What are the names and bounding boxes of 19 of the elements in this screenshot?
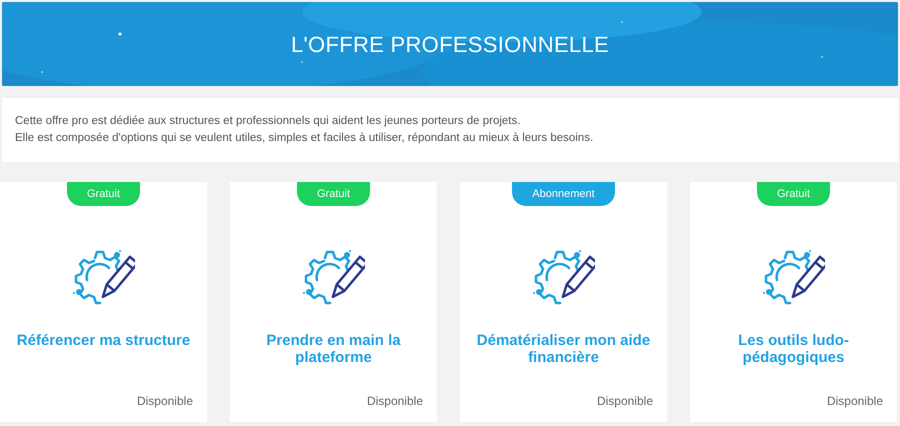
offer-card[interactable]: Abonnement Dématérialiser mon aide financière Disponible <box>460 182 667 422</box>
offer-card[interactable]: Gratuit Les outils ludo-pédagogiques Disponible <box>690 182 897 422</box>
price-badge: Abonnement <box>512 182 615 206</box>
offer-title: Prendre en main la plateforme <box>265 332 402 366</box>
status-text: Disponible <box>366 393 423 410</box>
offer-card[interactable]: Gratuit Référencer ma structure Disponible <box>0 182 207 422</box>
offer-title: Dématérialiser mon aide financière <box>476 332 652 366</box>
intro-text: Cette offre pro est dédiée aux structures et professionnels qui aident les jeunes porteurs de projets. <box>15 114 522 129</box>
intro-text: Elle est composée d'options qui se veulent utiles, simples et faciles à utiliser, répondant au mieux à leurs besoins. <box>15 131 594 146</box>
price-badge: Gratuit <box>66 182 140 206</box>
offer-title: Les outils ludo-pédagogiques <box>737 332 850 366</box>
price-badge: Gratuit <box>756 182 830 206</box>
page-title: L'OFFRE PROFESSIONNELLE <box>291 30 609 58</box>
status-text: Disponible <box>596 393 653 410</box>
price-badge: Gratuit <box>296 182 370 206</box>
status-text: Disponible <box>826 393 883 410</box>
offer-title: Référencer ma structure <box>16 332 192 349</box>
status-text: Disponible <box>136 393 193 410</box>
offer-card[interactable]: Gratuit Prendre en main la plateforme Disponible <box>230 182 437 422</box>
